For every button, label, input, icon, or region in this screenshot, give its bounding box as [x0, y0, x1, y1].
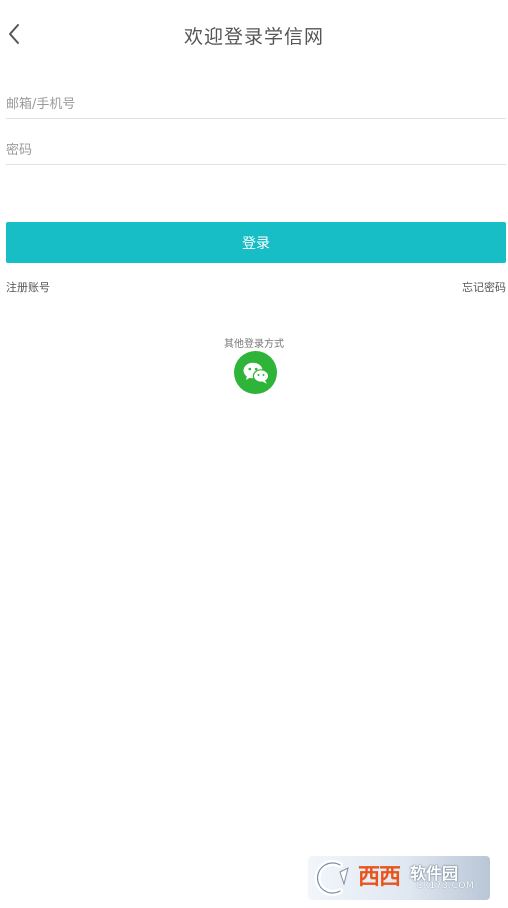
password-input[interactable] — [6, 138, 506, 162]
register-link[interactable]: 注册账号 — [6, 279, 50, 295]
page-title: 欢迎登录学信网 — [183, 26, 324, 48]
wechat-login-button[interactable] — [234, 351, 277, 394]
wechat-icon — [243, 362, 269, 384]
login-button[interactable]: 登录 — [6, 222, 506, 263]
password-field — [6, 138, 506, 165]
account-input[interactable] — [6, 92, 506, 116]
forgot-password-link[interactable]: 忘记密码 — [462, 279, 506, 295]
other-login-label: 其他登录方式 — [224, 339, 284, 350]
watermark: 西西 软件园 CR173.COM — [308, 856, 490, 900]
account-field — [6, 92, 506, 119]
watermark-brand: 西西 — [358, 865, 401, 890]
header: 欢迎登录学信网 — [0, 0, 508, 70]
watermark-url: CR173.COM — [416, 881, 475, 891]
watermark-logo-icon — [314, 860, 349, 896]
